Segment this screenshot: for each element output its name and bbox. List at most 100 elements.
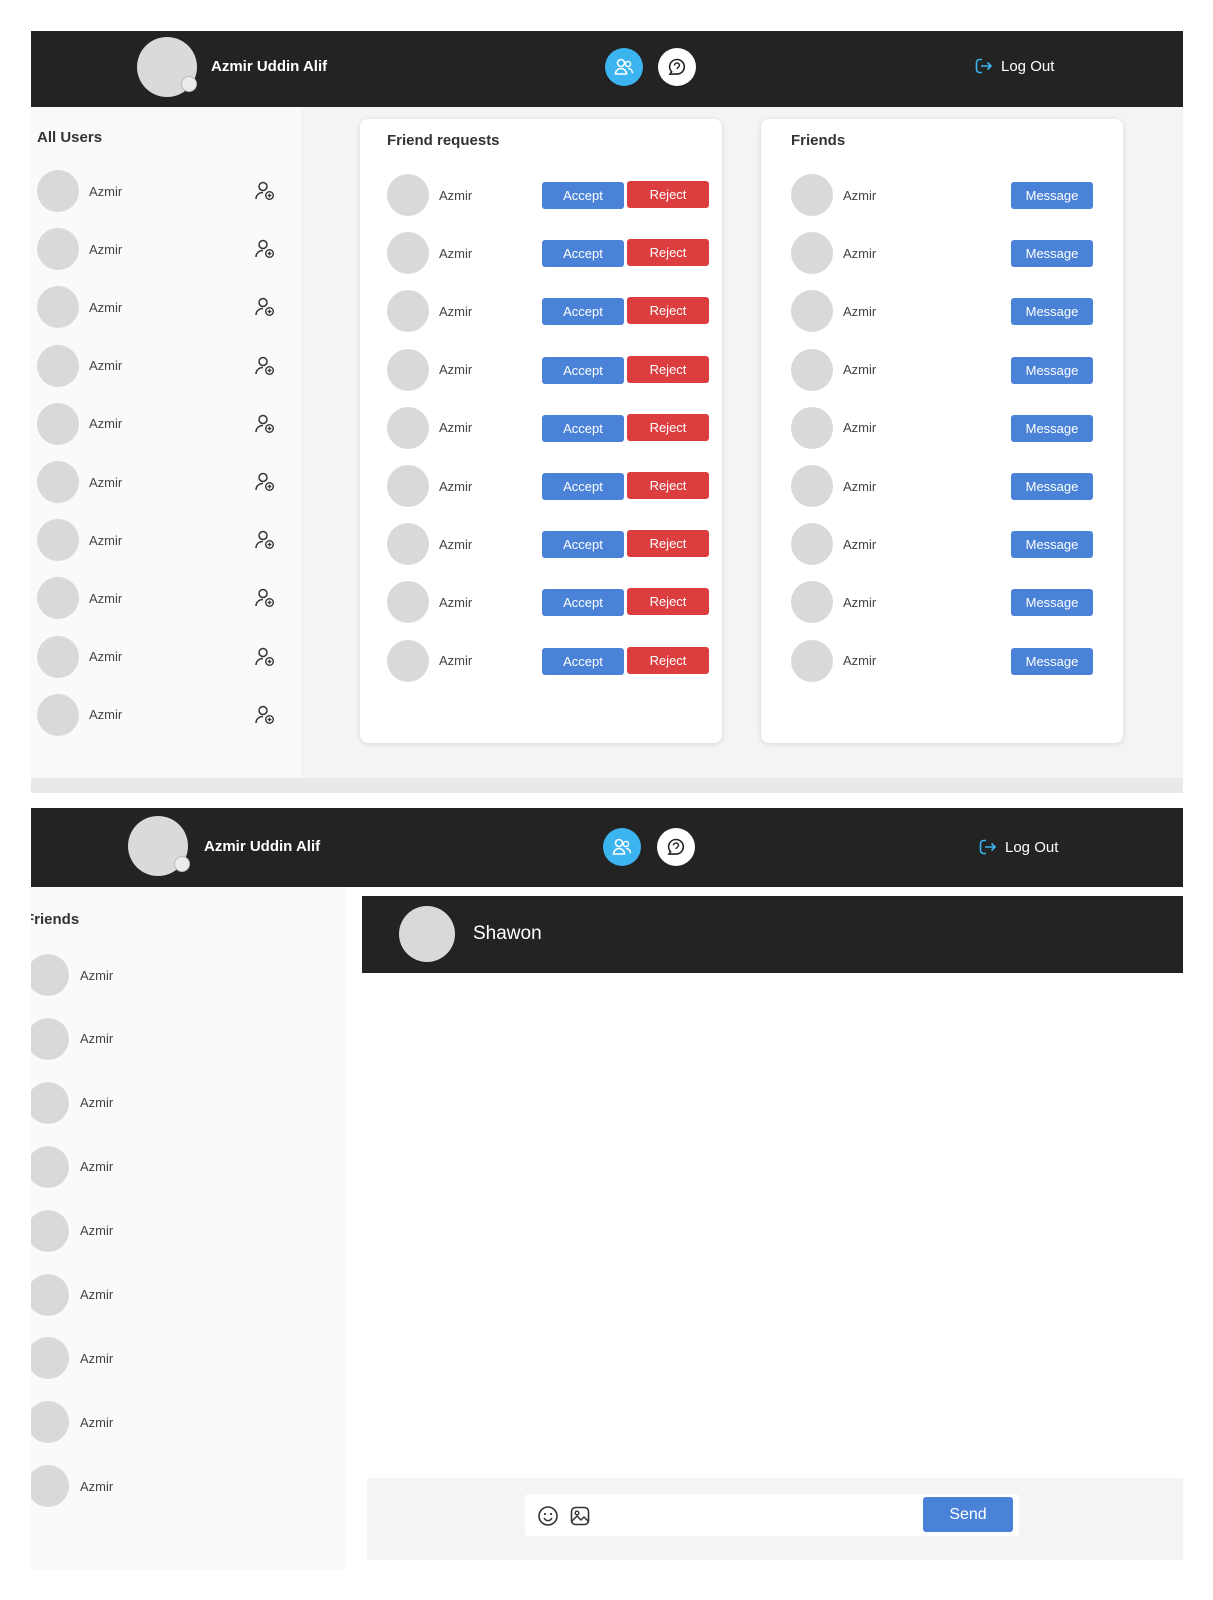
profile-name: Azmir Uddin Alif: [211, 58, 328, 75]
friends-title: Friends: [791, 132, 846, 149]
reject-button[interactable]: Reject: [627, 530, 709, 558]
friend-request-item: Azmir: [387, 174, 472, 216]
user-avatar: [37, 170, 79, 212]
user-avatar: [37, 519, 79, 562]
message-input-box[interactable]: Send: [525, 1494, 1019, 1536]
add-friend-icon[interactable]: [254, 296, 276, 323]
users-nav-button[interactable]: [603, 828, 641, 866]
add-friend-icon[interactable]: [254, 355, 276, 382]
contact-name: Shawon: [473, 923, 542, 944]
friend-list-item[interactable]: Azmir: [31, 1209, 113, 1252]
user-name: Azmir: [89, 416, 123, 432]
accept-button[interactable]: Accept: [542, 473, 624, 500]
user-name: Azmir: [80, 1478, 114, 1494]
reject-button[interactable]: Reject: [627, 413, 709, 441]
camera-icon[interactable]: [181, 76, 197, 92]
user-list-item: Azmir: [37, 228, 122, 271]
friend-list-item[interactable]: Azmir: [31, 1273, 114, 1316]
message-button[interactable]: Message: [1011, 414, 1093, 442]
friend-list-item[interactable]: Azmir: [31, 1081, 113, 1124]
message-button[interactable]: Message: [1011, 589, 1093, 617]
accept-button[interactable]: Accept: [542, 356, 624, 384]
chat-screen: Azmir Uddin Alif Log Out Friends Azmir Az…: [31, 808, 1183, 1570]
accept-button[interactable]: Accept: [542, 414, 624, 442]
user-avatar: [37, 286, 79, 329]
reject-button[interactable]: Reject: [627, 646, 709, 674]
accept-button[interactable]: Accept: [542, 647, 624, 675]
message-button[interactable]: Message: [1011, 298, 1093, 326]
message-button[interactable]: Message: [1011, 356, 1093, 384]
logout-button[interactable]: Log Out: [974, 56, 1054, 76]
reject-button[interactable]: Reject: [627, 181, 709, 208]
friend-request-item: Azmir: [387, 465, 472, 507]
emoji-icon[interactable]: [537, 1505, 559, 1527]
reject-button[interactable]: Reject: [627, 355, 709, 383]
add-friend-icon[interactable]: [254, 646, 276, 673]
accept-button[interactable]: Accept: [542, 531, 624, 559]
friend-list-item[interactable]: Azmir: [31, 1017, 113, 1060]
add-friend-icon[interactable]: [254, 587, 276, 614]
user-avatar: [791, 523, 833, 566]
user-name: Azmir: [843, 187, 877, 203]
chat-bubble-icon: [667, 838, 685, 855]
friend-item: Azmir: [791, 232, 876, 275]
chat-nav-button[interactable]: [658, 48, 696, 86]
image-upload-icon[interactable]: [569, 1505, 591, 1527]
reject-button[interactable]: Reject: [627, 239, 709, 267]
friend-request-item: Azmir: [387, 348, 473, 391]
message-button[interactable]: Message: [1011, 647, 1093, 675]
accept-button[interactable]: Accept: [542, 182, 624, 209]
user-name: Azmir: [439, 420, 473, 436]
user-avatar: [791, 174, 833, 216]
user-name: Azmir: [439, 653, 473, 669]
friend-requests-card: Friend requests Azmir Accept Reject Azmir Ac…: [360, 119, 722, 743]
camera-icon[interactable]: [174, 856, 190, 872]
friend-list-item[interactable]: Azmir: [31, 1145, 113, 1188]
user-avatar: [31, 1017, 69, 1060]
friend-request-item: Azmir: [387, 290, 472, 333]
user-name: Azmir: [843, 303, 877, 319]
user-avatar: [31, 1145, 69, 1188]
user-name: Azmir: [80, 1350, 114, 1366]
user-avatar: [387, 406, 429, 449]
friend-request-item: Azmir: [387, 523, 473, 566]
user-name: Azmir: [89, 474, 123, 490]
reject-button[interactable]: Reject: [627, 297, 709, 325]
friends-sidebar: Friends Azmir Azmir Azmir Azmir Azmir Azmir Az…: [31, 887, 346, 1570]
user-name: Azmir: [439, 362, 473, 378]
add-friend-icon[interactable]: [254, 471, 276, 498]
chat-nav-button[interactable]: [657, 828, 695, 866]
friend-item: Azmir: [791, 639, 876, 682]
accept-button[interactable]: Accept: [542, 298, 624, 326]
message-button[interactable]: Message: [1011, 182, 1093, 209]
add-friend-icon[interactable]: [254, 180, 276, 207]
add-friend-icon[interactable]: [254, 413, 276, 440]
friend-item: Azmir: [791, 290, 877, 333]
all-users-panel: All Users Azmir Azmir Azmir Azmir Azmir Azmir…: [31, 107, 301, 778]
accept-button[interactable]: Accept: [542, 240, 624, 268]
user-name: Azmir: [89, 707, 123, 723]
user-name: Azmir: [439, 536, 473, 552]
add-friend-icon[interactable]: [254, 529, 276, 556]
send-button[interactable]: Send: [923, 1497, 1013, 1532]
add-friend-icon[interactable]: [254, 238, 276, 265]
reject-button[interactable]: Reject: [627, 472, 709, 499]
user-name: Azmir: [89, 299, 123, 315]
message-button[interactable]: Message: [1011, 473, 1093, 500]
reject-button[interactable]: Reject: [627, 588, 709, 616]
users-nav-button[interactable]: [605, 48, 643, 86]
accept-button[interactable]: Accept: [542, 589, 624, 617]
add-friend-icon[interactable]: [254, 704, 276, 731]
user-name: Azmir: [80, 1287, 114, 1302]
friend-item: Azmir: [791, 348, 876, 391]
logout-button[interactable]: Log Out: [978, 837, 1058, 857]
friend-list-item[interactable]: Azmir: [31, 1401, 113, 1444]
all-users-title: All Users: [37, 129, 103, 146]
user-avatar: [31, 1465, 69, 1508]
message-button[interactable]: Message: [1011, 240, 1093, 268]
message-button[interactable]: Message: [1011, 531, 1093, 559]
friend-list-item[interactable]: Azmir: [31, 1465, 114, 1508]
friend-list-item[interactable]: Azmir: [31, 954, 113, 996]
home-screen: Azmir Uddin Alif Log Out All Users Azmir…: [31, 31, 1183, 793]
friend-list-item[interactable]: Azmir: [31, 1337, 114, 1380]
